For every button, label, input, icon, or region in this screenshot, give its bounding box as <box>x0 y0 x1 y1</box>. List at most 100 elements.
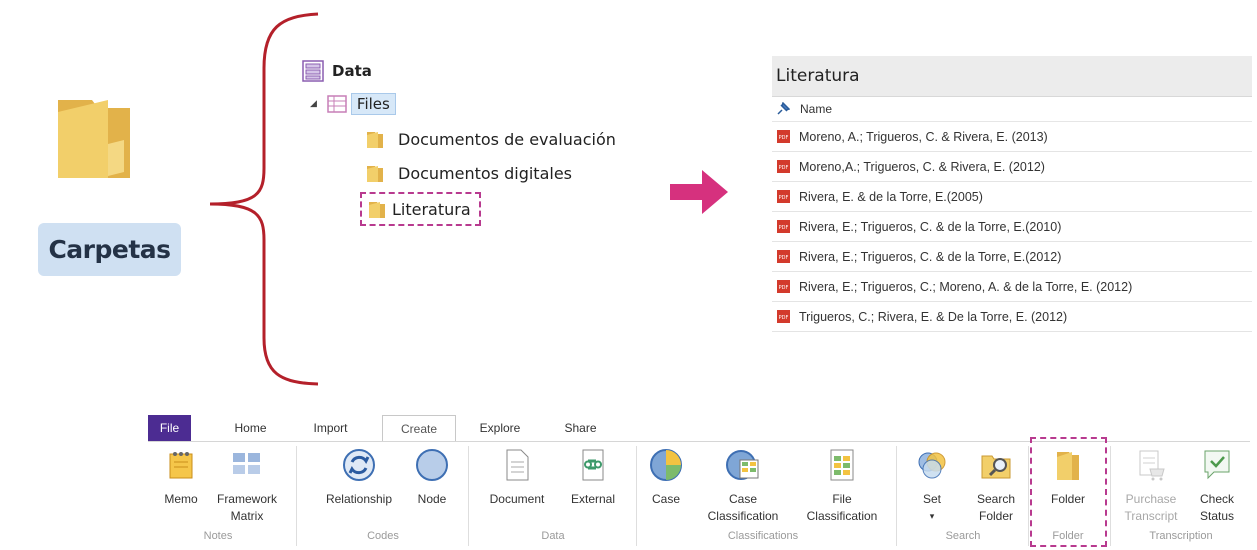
button-label-line2: Transcript <box>1124 509 1178 523</box>
file-name: Moreno,A.; Trigueros, C. & Rivera, E. (2… <box>799 159 1045 174</box>
list-item[interactable]: PDF Moreno, A.; Trigueros, C. & Rivera, … <box>772 122 1252 152</box>
file-name: Moreno, A.; Trigueros, C. & Rivera, E. (… <box>799 129 1048 144</box>
tab-file[interactable]: File <box>148 415 191 441</box>
list-item[interactable]: PDF Trigueros, C.; Rivera, E. & De la To… <box>772 302 1252 332</box>
button-label-line2: Classification <box>707 509 779 523</box>
check-status-button[interactable]: Check Status <box>1188 442 1246 525</box>
pdf-icon: PDF <box>777 190 790 203</box>
panel-title: Literatura <box>772 56 1252 97</box>
check-status-icon <box>1204 450 1230 480</box>
file-name: Trigueros, C.; Rivera, E. & De la Torre,… <box>799 309 1068 324</box>
button-label: Document <box>489 492 545 506</box>
framework-matrix-button[interactable]: Framework Matrix <box>214 442 280 525</box>
memo-button[interactable]: Memo <box>156 442 206 508</box>
button-label: External <box>570 492 616 506</box>
list-item[interactable]: PDF Rivera, E.; Trigueros, C. & de la To… <box>772 242 1252 272</box>
group-label-search: Search <box>945 530 981 542</box>
purchase-transcript-icon <box>1139 450 1165 481</box>
search-folder-button[interactable]: Search Folder <box>966 442 1026 525</box>
folder-icon <box>58 100 130 178</box>
tree-node-files[interactable]: ◢ Files <box>310 93 396 115</box>
group-label-transcription: Transcription <box>1149 530 1213 542</box>
node-icon <box>416 449 448 481</box>
tree-folder-label: Documentos de evaluación <box>398 129 616 149</box>
button-label: Case <box>651 492 680 506</box>
file-name: Rivera, E.; Trigueros, C. & de la Torre,… <box>799 249 1062 264</box>
tab-explore[interactable]: Explore <box>470 415 530 441</box>
button-label: Relationship <box>325 492 393 506</box>
relationship-icon <box>343 449 375 481</box>
file-name: Rivera, E.; Trigueros, C.; Moreno, A. & … <box>799 279 1133 294</box>
button-label-line2: Matrix <box>230 509 264 523</box>
document-button[interactable]: Document <box>481 442 553 508</box>
group-label-data: Data <box>541 530 565 542</box>
tree-label-data: Data <box>332 62 372 80</box>
tree-folder-documentos-evaluacion[interactable]: Documentos de evaluación <box>366 129 616 149</box>
svg-text:PDF: PDF <box>779 195 789 201</box>
case-button[interactable]: Case <box>644 442 688 508</box>
tree-label-files: Files <box>350 93 396 115</box>
folder-icon <box>367 166 383 182</box>
tree-folder-literatura[interactable]: Literatura <box>360 192 481 226</box>
node-button[interactable]: Node <box>410 442 454 508</box>
list-item[interactable]: PDF Rivera, E.; Trigueros, C. & de la To… <box>772 212 1252 242</box>
svg-text:PDF: PDF <box>779 165 789 171</box>
file-name: Rivera, E.; Trigueros, C. & de la Torre,… <box>799 219 1062 234</box>
button-label: Node <box>417 492 447 506</box>
concept-label: Carpetas <box>38 223 181 276</box>
collapse-icon[interactable]: ◢ <box>310 99 317 109</box>
pin-icon[interactable] <box>776 102 790 116</box>
button-label-line1: Framework <box>216 492 277 506</box>
list-item[interactable]: PDF Rivera, E. & de la Torre, E.(2005) <box>772 182 1252 212</box>
column-header-name[interactable]: Name <box>772 97 1252 122</box>
set-button[interactable]: Set ▾ <box>910 442 954 525</box>
tab-create[interactable]: Create <box>382 415 456 442</box>
column-label: Name <box>800 102 833 116</box>
button-label: Memo <box>164 492 198 506</box>
tab-share[interactable]: Share <box>553 415 608 441</box>
svg-text:PDF: PDF <box>779 135 789 141</box>
tab-home[interactable]: Home <box>223 415 278 441</box>
button-label-line1: Check <box>1199 492 1234 506</box>
svg-text:PDF: PDF <box>779 225 789 231</box>
button-label-line2: Status <box>1199 509 1235 523</box>
group-separator <box>468 446 469 546</box>
group-separator <box>296 446 297 546</box>
pdf-icon: PDF <box>777 220 790 233</box>
case-classification-button[interactable]: Case Classification <box>693 442 793 525</box>
button-label: Set <box>922 492 941 506</box>
group-label-codes: Codes <box>367 530 399 542</box>
external-button[interactable]: External <box>560 442 626 508</box>
pdf-icon: PDF <box>777 130 790 143</box>
purchase-transcript-button: Purchase Transcript <box>1118 442 1184 525</box>
tree-folder-label: Documentos digitales <box>398 163 573 183</box>
relationship-button[interactable]: Relationship <box>313 442 405 508</box>
button-label-line1: Search <box>976 492 1016 506</box>
group-separator <box>1110 446 1111 546</box>
group-separator <box>896 446 897 546</box>
folder-contents-panel: Literatura Name PDF Moreno, A.; Triguero… <box>772 56 1252 332</box>
pdf-icon: PDF <box>777 160 790 173</box>
group-label-notes: Notes <box>203 530 233 542</box>
pdf-icon: PDF <box>777 310 790 323</box>
button-label-line1: Case <box>728 492 757 506</box>
list-item[interactable]: PDF Rivera, E.; Trigueros, C.; Moreno, A… <box>772 272 1252 302</box>
group-separator <box>636 446 637 546</box>
group-label-classifications: Classifications <box>727 530 799 542</box>
database-icon <box>302 60 324 82</box>
case-icon <box>650 449 682 481</box>
svg-text:PDF: PDF <box>779 285 789 291</box>
document-icon <box>506 449 529 481</box>
search-folder-icon <box>981 455 1011 479</box>
file-classification-button[interactable]: File Classification <box>796 442 888 525</box>
file-classification-icon <box>830 449 854 481</box>
list-item[interactable]: PDF Moreno,A.; Trigueros, C. & Rivera, E… <box>772 152 1252 182</box>
svg-text:PDF: PDF <box>779 255 789 261</box>
tree-folder-documentos-digitales[interactable]: Documentos digitales <box>366 163 572 183</box>
tree-node-data[interactable]: Data <box>302 60 372 82</box>
tab-import[interactable]: Import <box>303 415 358 441</box>
dropdown-arrow-icon[interactable]: ▾ <box>923 508 941 525</box>
folder-icon <box>369 202 385 218</box>
folder-icon <box>367 132 383 148</box>
file-list: PDF Moreno, A.; Trigueros, C. & Rivera, … <box>772 122 1252 332</box>
